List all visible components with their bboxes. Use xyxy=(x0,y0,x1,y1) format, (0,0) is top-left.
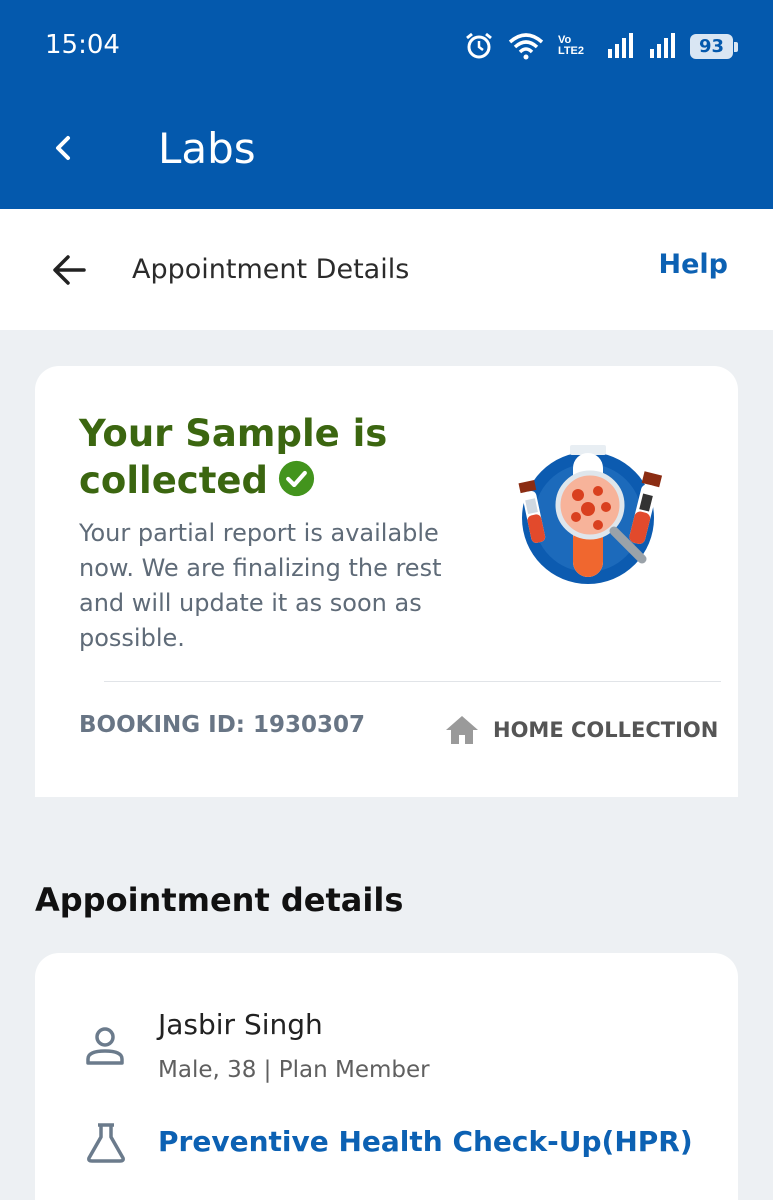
patient-meta: Male, 38 | Plan Member xyxy=(158,1057,430,1083)
page-title: Labs xyxy=(158,124,256,173)
home-icon xyxy=(446,716,478,744)
test-name-link[interactable]: Preventive Health Check-Up(HPR) xyxy=(158,1125,693,1158)
battery-icon: 93 xyxy=(689,33,739,59)
collection-type: HOME COLLECTION xyxy=(493,718,719,742)
booking-id: BOOKING ID: 1930307 xyxy=(79,712,366,738)
status-time: 15:04 xyxy=(45,30,120,60)
status-icons: Vo LTE2 93 xyxy=(464,28,739,64)
arrow-left-icon[interactable] xyxy=(50,250,90,290)
alarm-icon xyxy=(466,32,492,59)
flask-icon xyxy=(87,1123,125,1163)
status-description: Your partial report is available now. We… xyxy=(79,519,442,652)
signal-icon xyxy=(607,33,633,58)
app-bar: 15:04 Vo LTE2 93 Labs xyxy=(0,0,773,209)
signal-icon-2 xyxy=(649,33,675,58)
blood-sample-illustration xyxy=(518,445,663,584)
card-divider xyxy=(104,681,721,682)
chevron-left-icon[interactable] xyxy=(44,128,84,168)
volte-icon: Vo LTE2 xyxy=(558,35,592,57)
person-icon xyxy=(86,1027,124,1065)
help-link[interactable]: Help xyxy=(659,249,729,280)
patient-name: Jasbir Singh xyxy=(158,1008,323,1041)
section-title: Appointment details xyxy=(35,881,404,919)
check-circle-icon xyxy=(278,460,315,497)
wifi-icon xyxy=(508,33,544,60)
status-headline-text: Your Sample is collected xyxy=(79,412,388,502)
volte-label-bottom: LTE2 xyxy=(557,45,585,57)
sub-header-title: Appointment Details xyxy=(132,254,410,285)
status-headline: Your Sample is collected xyxy=(79,410,439,504)
